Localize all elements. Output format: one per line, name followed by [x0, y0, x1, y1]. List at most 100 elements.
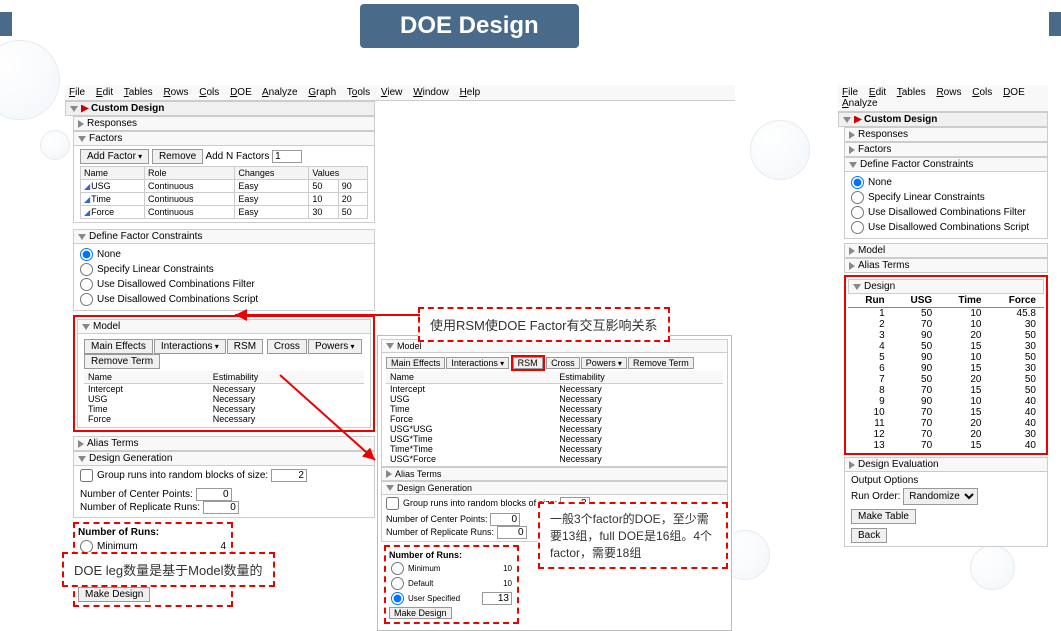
table-row[interactable]: 1501045.8	[848, 308, 1044, 320]
menu-cols[interactable]: Cols	[972, 87, 992, 98]
make-design-button[interactable]: Make Design	[389, 607, 452, 619]
section-constraints[interactable]: Define Factor Constraints	[73, 229, 375, 244]
section-factors[interactable]: Factors	[73, 131, 375, 146]
menu-graph[interactable]: Graph	[308, 87, 336, 98]
rsm-button-highlighted[interactable]: RSM	[513, 357, 543, 369]
table-row[interactable]: InterceptNecessary	[84, 384, 364, 395]
table-row[interactable]: 11702040	[848, 418, 1044, 429]
table-row[interactable]: ForceNecessary	[84, 414, 364, 424]
menu-rows[interactable]: Rows	[163, 87, 188, 98]
back-button[interactable]: Back	[851, 528, 887, 543]
table-row: ForceNecessary	[386, 414, 723, 424]
table-row[interactable]: ◢ForceContinuousEasy3050	[81, 206, 368, 219]
number-of-runs-label: Number of Runs:	[78, 527, 228, 538]
constraint-none[interactable]: None	[851, 175, 1041, 190]
menu-analyze[interactable]: Analyze	[262, 87, 298, 98]
menu-doe[interactable]: DOE	[230, 87, 252, 98]
main-effects-button[interactable]: Main Effects	[386, 357, 445, 369]
table-row[interactable]: USGNecessary	[84, 394, 364, 404]
menu-doe[interactable]: DOE	[1003, 87, 1025, 98]
remove-term-button[interactable]: Remove Term	[84, 354, 160, 369]
group-runs-checkbox[interactable]: Group runs into random blocks of size:	[386, 498, 557, 508]
red-triangle-icon[interactable]	[81, 105, 89, 113]
group-size-input[interactable]	[271, 469, 307, 482]
rsm-button[interactable]: RSM	[227, 339, 263, 354]
section-alias[interactable]: Alias Terms	[844, 258, 1048, 273]
center-points-input[interactable]	[196, 488, 232, 501]
run-order-select[interactable]: Randomize	[903, 488, 978, 505]
menu-view[interactable]: View	[381, 87, 403, 98]
replicate-runs-input[interactable]	[203, 501, 239, 514]
menu-window[interactable]: Window	[413, 87, 449, 98]
section-alias[interactable]: Alias Terms	[73, 436, 375, 451]
interactions-button[interactable]: Interactions	[446, 357, 509, 369]
make-table-button[interactable]: Make Table	[851, 509, 916, 524]
constraint-linear[interactable]: Specify Linear Constraints	[851, 190, 1041, 205]
section-model[interactable]: Model	[77, 319, 371, 334]
menu-rows[interactable]: Rows	[936, 87, 961, 98]
replicate-runs-input[interactable]	[497, 526, 527, 539]
section-alias-inset[interactable]: Alias Terms	[381, 467, 728, 481]
section-design-eval[interactable]: Design Evaluation	[844, 457, 1048, 472]
group-runs-checkbox[interactable]: Group runs into random blocks of size:	[80, 470, 268, 481]
add-n-input[interactable]	[272, 150, 302, 163]
table-row[interactable]: 4501530	[848, 341, 1044, 352]
menu-help[interactable]: Help	[460, 87, 481, 98]
table-row[interactable]: 6901530	[848, 363, 1044, 374]
runs-minimum[interactable]: Minimum	[80, 541, 138, 552]
table-row[interactable]: 3902050	[848, 330, 1044, 341]
interactions-button[interactable]: Interactions	[154, 339, 226, 354]
constraint-none[interactable]: None	[80, 247, 368, 262]
menu-tools[interactable]: Tools	[347, 87, 370, 98]
section-custom-design[interactable]: Custom Design	[838, 112, 1048, 127]
constraint-script[interactable]: Use Disallowed Combinations Script	[851, 220, 1041, 235]
menu-file[interactable]: FFileile	[69, 87, 85, 98]
runs-default[interactable]: Default	[391, 579, 433, 588]
section-custom-design[interactable]: Custom Design	[65, 101, 375, 116]
section-model[interactable]: Model	[844, 243, 1048, 258]
constraint-filter[interactable]: Use Disallowed Combinations Filter	[851, 205, 1041, 220]
table-row[interactable]: 12702030	[848, 429, 1044, 440]
table-row[interactable]: 9901040	[848, 396, 1044, 407]
cross-button[interactable]: Cross	[546, 357, 580, 369]
menu-tables[interactable]: Tables	[897, 87, 926, 98]
section-designgen[interactable]: Design Generation	[73, 451, 375, 466]
menu-edit[interactable]: Edit	[96, 87, 113, 98]
table-row[interactable]: 5901050	[848, 352, 1044, 363]
cross-button[interactable]: Cross	[267, 339, 307, 354]
powers-button[interactable]: Powers	[581, 357, 627, 369]
runs-user[interactable]: User Specified	[391, 594, 460, 603]
constraint-linear[interactable]: Specify Linear Constraints	[80, 262, 368, 277]
section-factors[interactable]: Factors	[844, 142, 1048, 157]
section-designgen-inset[interactable]: Design Generation	[381, 481, 728, 495]
table-row[interactable]: 7502050	[848, 374, 1044, 385]
table-row[interactable]: 10701540	[848, 407, 1044, 418]
menu-cols[interactable]: Cols	[199, 87, 219, 98]
remove-button[interactable]: Remove	[152, 149, 203, 164]
replicate-runs-label: Number of Replicate Runs:	[80, 502, 200, 513]
add-factor-button[interactable]: Add Factor	[80, 149, 149, 164]
table-row[interactable]: TimeNecessary	[84, 404, 364, 414]
constraint-filter[interactable]: Use Disallowed Combinations Filter	[80, 277, 368, 292]
runs-minimum[interactable]: Minimum	[391, 564, 440, 573]
runs-user-input[interactable]	[482, 592, 512, 605]
table-row[interactable]: 8701550	[848, 385, 1044, 396]
table-row[interactable]: ◢USGContinuousEasy5090	[81, 180, 368, 193]
center-points-input[interactable]	[490, 513, 520, 526]
menu-file[interactable]: File	[842, 87, 858, 98]
section-responses[interactable]: Responses	[73, 116, 375, 131]
table-row[interactable]: ◢TimeContinuousEasy1020	[81, 193, 368, 206]
menu-analyze[interactable]: Analyze	[842, 98, 878, 109]
menu-edit[interactable]: Edit	[869, 87, 886, 98]
powers-button[interactable]: Powers	[308, 339, 362, 354]
red-triangle-icon[interactable]	[854, 116, 862, 124]
table-row[interactable]: 13701540	[848, 440, 1044, 451]
menu-tables[interactable]: Tables	[124, 87, 153, 98]
main-effects-button[interactable]: Main Effects	[84, 339, 153, 354]
table-row[interactable]: 2701030	[848, 319, 1044, 330]
section-responses[interactable]: Responses	[844, 127, 1048, 142]
section-constraints[interactable]: Define Factor Constraints	[844, 157, 1048, 172]
remove-term-button[interactable]: Remove Term	[628, 357, 694, 369]
section-design[interactable]: Design	[848, 279, 1044, 294]
constraint-script[interactable]: Use Disallowed Combinations Script	[80, 292, 368, 307]
